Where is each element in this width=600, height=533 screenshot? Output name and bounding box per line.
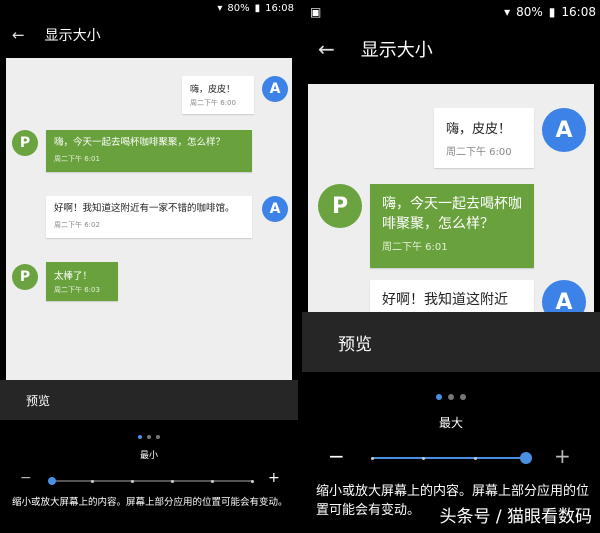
message-time: 周二下午 6:01 [382,242,448,253]
message-bubble: 太棒了！ 周二下午 6:03 [46,262,118,301]
app-bar: ← 显示大小 [0,22,298,48]
size-level-label: 最小 [139,451,158,461]
message-time: 周二下午 6:03 [54,286,100,294]
page-dot [448,394,454,400]
message-time: 周二下午 6:02 [54,221,100,229]
clock: 16:08 [265,2,294,14]
slider-thumb[interactable] [520,452,532,464]
message-text: 好啊！我知道这附近有一家不错的咖啡馆。 [54,203,235,214]
size-level-label: 最大 [438,416,463,430]
wifi-icon: ▾ [504,5,511,19]
size-slider[interactable]: − + [302,444,600,472]
avatar: A [262,196,288,222]
message-bubble: 嗨，皮皮！ 周二下午 6:00 [434,108,534,168]
slider-track[interactable] [52,480,252,482]
slider-tick[interactable] [371,456,374,460]
message-text: 好啊！我知道这附近 [382,292,508,308]
page-dot [138,435,142,439]
page-dot [156,435,160,439]
message-text: 嗨，皮皮！ [190,85,236,95]
page-dot [460,394,466,400]
status-bar: ▣ ▾ 80% ▮ 16:08 [302,0,600,24]
slider-tick[interactable] [473,456,477,460]
watermark: 头条号 / 猫眼看数码 [439,507,592,527]
app-bar: ← 显示大小 [302,32,600,66]
message-text: 嗨，今天一起去喝杯咖啡聚聚，怎么样？ [54,137,226,148]
increase-button[interactable]: + [268,470,280,486]
message-text: 太棒了！ [54,271,93,282]
message-text: 嗨，今天一起去喝杯咖啡聚聚，怎么样？ [382,196,522,232]
gallery-icon: ▣ [310,5,322,19]
slider-tick[interactable] [131,479,134,483]
status-bar: ▾ 80% ▮ 16:08 [0,0,298,16]
wifi-icon: ▾ [217,2,223,14]
size-slider[interactable]: − + [0,468,298,492]
page-dot [147,435,151,439]
message-bubble: 嗨，皮皮！ 周二下午 6:00 [182,76,254,114]
avatar: A [542,108,586,152]
preview-label: 预览 [26,393,51,408]
clock: 16:08 [561,5,596,19]
message-time: 周二下午 6:01 [54,155,100,163]
back-arrow-icon[interactable]: ← [12,26,25,44]
message-bubble: 嗨，今天一起去喝杯咖啡聚聚，怎么样？ 周二下午 6:01 [46,130,252,172]
message-time: 周二下午 6:00 [446,147,512,158]
message-bubble: 嗨，今天一起去喝杯咖啡聚聚，怎么样？ 周二下午 6:01 [370,184,534,268]
slider-track-fill [372,457,526,459]
avatar: P [12,130,38,156]
slider-thumb[interactable] [48,477,56,485]
page-title: 显示大小 [44,28,101,44]
slider-tick[interactable] [251,479,254,483]
description-text: 缩小或放大屏幕上的内容。屏幕上部分应用的位置可能会有变动。 [12,497,288,508]
battery-label: 80% [516,5,543,19]
increase-button[interactable]: + [554,444,571,468]
battery-label: 80% [227,2,250,14]
avatar: P [318,184,362,228]
battery-icon: ▮ [254,2,261,14]
page-dots [0,435,298,439]
slider-tick[interactable] [422,456,426,460]
back-arrow-icon[interactable]: ← [318,37,335,61]
page-dot [436,394,442,400]
avatar: P [12,264,38,290]
page-title: 显示大小 [360,40,433,61]
right-screenshot: ▣ ▾ 80% ▮ 16:08 ← 显示大小 嗨，皮皮！ 周二下午 6:00 A… [302,0,600,533]
battery-icon: ▮ [548,5,556,19]
chat-preview: 嗨，皮皮！ 周二下午 6:00 A P 嗨，今天一起去喝杯咖啡聚聚，怎么样？ 周… [308,84,594,320]
slider-tick[interactable] [211,479,214,483]
page-dots [302,394,600,400]
slider-tick[interactable] [171,479,174,483]
message-bubble: 好啊！我知道这附近有一家不错的咖啡馆。 周二下午 6:02 [46,196,252,238]
left-screenshot: ▾ 80% ▮ 16:08 ← 显示大小 嗨，皮皮！ 周二下午 6:00 A P… [0,0,298,533]
decrease-button[interactable]: − [328,444,345,468]
message-text: 嗨，皮皮！ [446,122,512,137]
avatar: A [262,76,288,102]
decrease-button[interactable]: − [20,470,32,486]
chat-preview: 嗨，皮皮！ 周二下午 6:00 A P 嗨，今天一起去喝杯咖啡聚聚，怎么样？ 周… [6,58,292,380]
message-time: 周二下午 6:00 [190,99,236,107]
slider-tick[interactable] [91,479,94,483]
preview-label-bar: 预览 [0,380,298,420]
preview-label: 预览 [338,334,372,355]
preview-label-bar: 预览 [302,312,600,372]
